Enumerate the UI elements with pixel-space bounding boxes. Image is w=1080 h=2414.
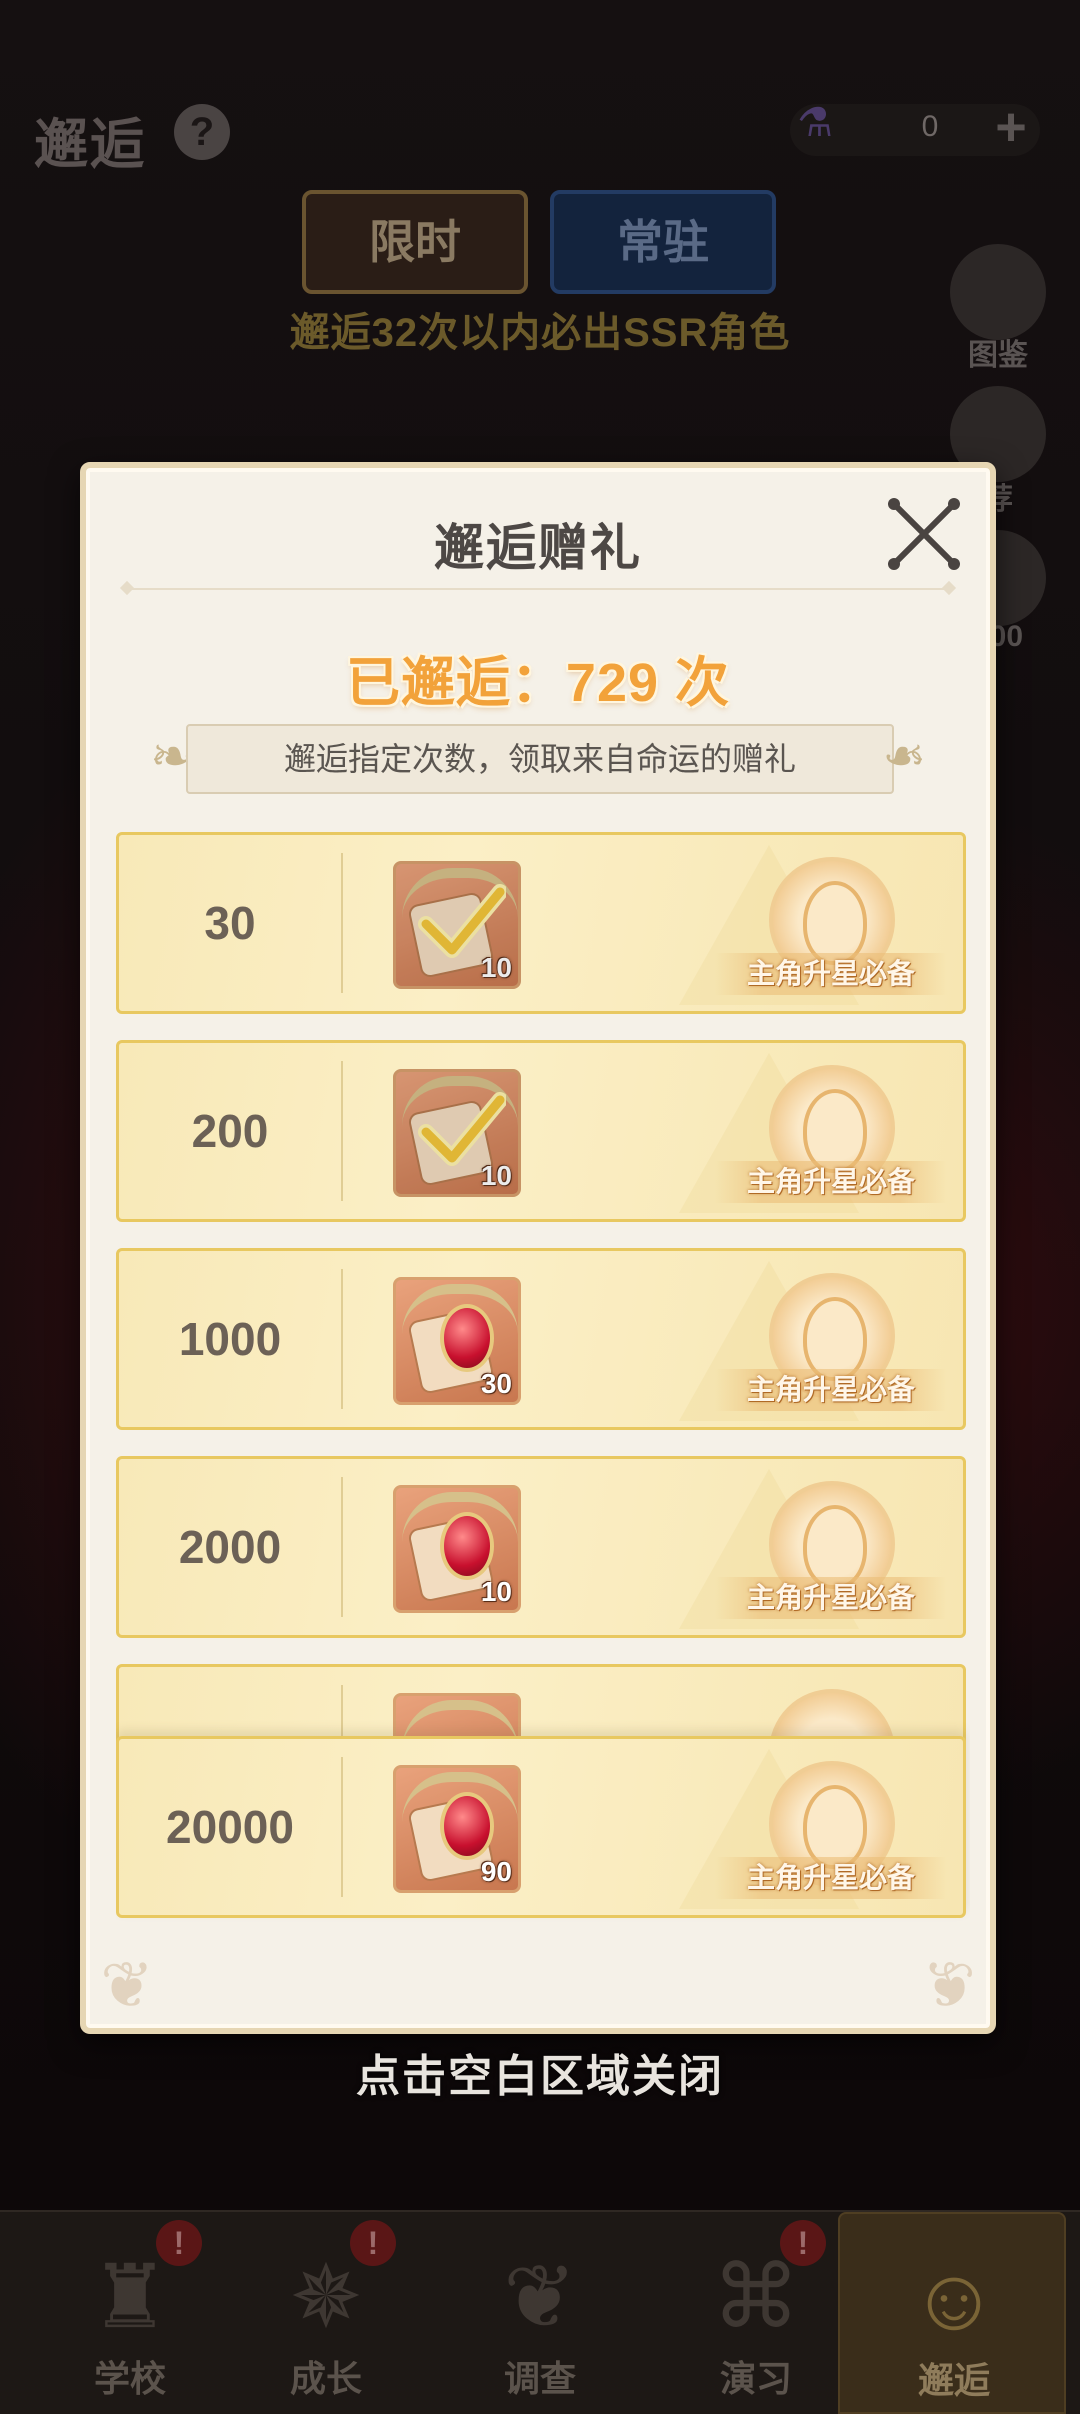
reward-threshold: 1000: [178, 1313, 282, 1365]
scroll-ticket-icon: ⚗: [797, 101, 833, 145]
tab-limited[interactable]: 限时: [302, 190, 528, 294]
side-label-collection: 图鉴: [968, 339, 1028, 372]
nav-label: 调查: [503, 2358, 576, 2399]
nav-investigate[interactable]: ❦ 调查: [440, 2212, 640, 2414]
item-gem: [440, 1512, 494, 1580]
item-quantity: 90: [480, 1856, 512, 1887]
nav-growth[interactable]: ✵ 成长 !: [226, 2212, 426, 2414]
nav-label: 演习: [719, 2358, 792, 2399]
row-divider: [341, 853, 343, 993]
nav-encounter[interactable]: ☺ 邂逅: [838, 2212, 1066, 2414]
reward-tag: 主角升星必备: [715, 1369, 947, 1411]
modal-title: 邂逅赠礼: [434, 520, 642, 576]
row-divider: [341, 1757, 343, 1897]
close-icon[interactable]: [886, 496, 962, 572]
nav-label: 邂逅: [917, 2360, 990, 2401]
reward-threshold: 2000: [178, 1521, 282, 1573]
corner-ornament-icon: ❦: [100, 1949, 154, 2021]
help-icon[interactable]: ?: [174, 104, 230, 160]
item-gem: [440, 1304, 494, 1372]
reward-tag: 主角升星必备: [715, 1577, 947, 1619]
reward-row: 2000 10 主角升星必备: [116, 1456, 966, 1638]
reward-row: 200 10 主角升星必备: [116, 1040, 966, 1222]
reward-threshold: 200: [191, 1105, 269, 1157]
banner-subtitle: 邂逅32次以内必出SSR角色: [289, 311, 791, 355]
title-divider: [126, 588, 950, 590]
close-hint[interactable]: 点击空白区域关闭: [0, 2040, 1080, 2104]
nav-exercise[interactable]: ⌘ 演习 !: [656, 2212, 856, 2414]
book-icon[interactable]: [950, 244, 1046, 340]
item-gem: [440, 1792, 494, 1860]
item-quantity: 10: [480, 1160, 512, 1191]
plus-icon[interactable]: +: [986, 96, 1036, 158]
tab-regular[interactable]: 常驻: [550, 190, 776, 294]
encounter-count: 已邂逅：729 次: [345, 653, 731, 713]
nav-school[interactable]: ♜ 学校 !: [30, 2212, 230, 2414]
gem-dice-icon[interactable]: 30: [393, 1277, 521, 1405]
bottom-nav: ♜ 学校 ! ✵ 成长 ! ❦ 调查 ⌘ 演习 ! ☺ 邂逅: [0, 2210, 1080, 2414]
reward-tag: 主角升星必备: [715, 1161, 947, 1203]
item-quantity: 10: [480, 952, 512, 983]
row-divider: [341, 1477, 343, 1617]
banner-right-curl-icon: ❧: [882, 728, 926, 786]
character-icon: ☺: [909, 2249, 999, 2348]
row-divider: [341, 1061, 343, 1201]
gem-dice-icon[interactable]: 10: [393, 1485, 521, 1613]
reward-tag: 主角升星必备: [715, 953, 947, 995]
encounter-gift-modal: 邂逅赠礼 已邂逅：729 次 ❧ 邂逅指定次数，领取来自命运的赠礼 ❧ 30 1…: [80, 462, 996, 2034]
nav-label: 成长: [289, 2358, 362, 2399]
dice-icon[interactable]: 10: [393, 1069, 521, 1197]
nav-label: 学校: [93, 2358, 166, 2399]
item-quantity: 10: [480, 1576, 512, 1607]
item-quantity: 30: [480, 1368, 512, 1399]
reward-list[interactable]: 30 10 主角升星必备 200 10 主角升星必备 1000 30 主角升星必…: [116, 832, 970, 1992]
reward-threshold: 20000: [166, 1801, 294, 1853]
gem-dice-icon[interactable]: 90: [393, 1765, 521, 1893]
page-title: 邂逅: [34, 115, 146, 175]
dice-icon[interactable]: 10: [393, 861, 521, 989]
reward-tag: 主角升星必备: [715, 1857, 947, 1899]
reward-row: 30 10 主角升星必备: [116, 832, 966, 1014]
reward-threshold: 30: [204, 897, 256, 949]
alert-badge: !: [350, 2220, 396, 2266]
banner-left-curl-icon: ❧: [150, 728, 194, 786]
tree-icon: ❦: [503, 2247, 577, 2346]
reward-row-final: 20000 90 主角升星必备: [116, 1736, 966, 1918]
resource-value: 0: [921, 110, 939, 143]
corner-ornament-icon: ❦: [922, 1949, 976, 2021]
row-divider: [341, 1269, 343, 1409]
alert-badge: !: [780, 2220, 826, 2266]
description-banner: 邂逅指定次数，领取来自命运的赠礼: [186, 724, 894, 794]
reward-row: 1000 30 主角升星必备: [116, 1248, 966, 1430]
alert-badge: !: [156, 2220, 202, 2266]
